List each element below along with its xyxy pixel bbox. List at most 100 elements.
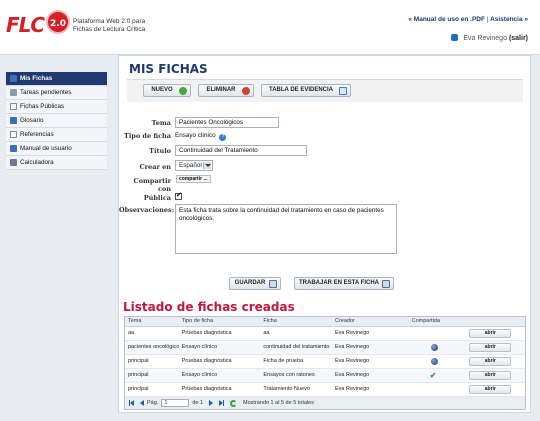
sidebar-item-label: Referencias <box>20 130 54 138</box>
references-icon <box>10 131 17 138</box>
sidebar-item-fichas-publicas[interactable]: Fichas Públicas <box>6 100 107 114</box>
add-icon <box>179 87 187 95</box>
work-on-sheet-button[interactable]: TRABAJAR EN ESTA FICHA <box>294 277 394 290</box>
cell-ficha: aa <box>263 330 270 336</box>
tema-label: Tema <box>151 119 171 127</box>
cell-creador: Eva Revinego <box>334 344 370 350</box>
col-header-compartida[interactable]: Compartida <box>409 317 465 326</box>
sidebar-item-referencias[interactable]: Referencias <box>6 128 107 142</box>
evidence-table-button[interactable]: TABLA DE EVIDENCIA <box>261 84 351 97</box>
titulo-label: Título <box>149 147 171 155</box>
tema-input[interactable]: Pacientes Oncológicos <box>175 117 279 128</box>
pagination-bar: Pág. 1 de 1 Mostrando 1 al 5 de 5 totale… <box>125 397 525 409</box>
header: FLC 2.0 Plataforma Web 2.0 para Fichas d… <box>0 0 540 55</box>
cell-actions: abrir <box>464 383 525 396</box>
refresh-icon[interactable] <box>230 399 238 407</box>
titulo-input[interactable]: Continuidad del Tratamiento <box>175 145 307 156</box>
cell-creador: Eva Revinego <box>334 372 370 378</box>
work-button-label: TRABAJAR EN ESTA FICHA <box>298 280 379 286</box>
tipo-text: Ensayo clínico <box>175 132 216 139</box>
open-button[interactable]: abrir <box>469 371 512 380</box>
folder-icon <box>10 75 17 82</box>
open-button[interactable]: abrir <box>469 329 512 338</box>
table-icon <box>339 87 347 95</box>
cell-ficha: Tratamiento Nuevo <box>263 386 310 392</box>
cell-creador: Eva Revinego <box>334 358 370 364</box>
observaciones-label: Observaciones: <box>119 206 175 214</box>
sidebar-item-tareas-pendientes[interactable]: Tareas pendientes <box>6 86 107 100</box>
next-page-icon[interactable] <box>209 400 214 406</box>
logo-version-badge: 2.0 <box>46 10 70 34</box>
sidebar-item-calculadora[interactable]: Calculadora <box>6 156 107 170</box>
cell-creador: Eva Revinego <box>334 386 370 392</box>
table-row[interactable]: principal Pruebas diagnóstica Tratamient… <box>125 383 525 397</box>
sidebar-item-mis-fichas[interactable]: Mis Fichas <box>6 72 107 86</box>
publica-label: Pública <box>143 194 171 202</box>
cell-actions: abrir <box>464 369 525 382</box>
prev-page-icon[interactable] <box>140 400 144 406</box>
table-row[interactable]: principal Ensayo clínico Ensayos con rat… <box>125 369 525 383</box>
page-of-label: de 1 <box>192 400 204 406</box>
first-page-icon[interactable] <box>130 400 134 406</box>
col-header-tema[interactable]: Tema <box>125 317 179 326</box>
open-button[interactable]: abrir <box>469 343 512 352</box>
cell-creador: Eva Revinego <box>334 330 370 336</box>
cell-ficha: continuidad del tratamiento <box>263 344 330 350</box>
calculator-icon <box>10 159 17 166</box>
cell-compartida <box>409 383 465 396</box>
language-select[interactable]: Español <box>175 160 213 171</box>
list-title: Listado de fichas creadas <box>123 300 295 314</box>
fichas-table: Tema Tipo de ficha Ficha Creador Compart… <box>124 316 526 410</box>
table-header: Tema Tipo de ficha Ficha Creador Compart… <box>125 317 525 327</box>
col-header-tipo[interactable]: Tipo de ficha <box>179 317 256 326</box>
manual-icon <box>10 145 17 152</box>
sidebar-item-label: Manual de usuario <box>20 144 72 152</box>
toolbar: NUEVO ELIMINAR TABLA DE EVIDENCIA <box>127 80 523 102</box>
cell-tipo: Pruebas diagnóstica <box>181 386 232 392</box>
col-header-actions <box>464 317 525 326</box>
user-icon <box>451 34 459 41</box>
save-button-label: GUARDAR <box>234 280 266 286</box>
new-button-label: NUEVO <box>151 87 173 93</box>
col-header-ficha[interactable]: Ficha <box>255 317 332 326</box>
table-row[interactable]: principal Pruebas diagnóstica Ficha de p… <box>125 355 525 369</box>
observaciones-textarea[interactable]: Esta ficha trata sobre la continuidad de… <box>175 204 397 254</box>
top-links: « Manual de uso en .PDF | Asistencia » <box>408 16 528 23</box>
save-button[interactable]: GUARDAR <box>229 277 281 290</box>
share-button[interactable]: compartir ... <box>176 175 211 183</box>
logout-link[interactable]: (salir) <box>509 35 528 42</box>
page-label: Pág. <box>147 400 159 406</box>
tipo-value: Ensayo clínico ? <box>175 132 227 141</box>
cell-compartida <box>409 355 465 368</box>
sidebar-item-label: Calculadora <box>20 158 54 166</box>
col-header-creador[interactable]: Creador <box>332 317 409 326</box>
cell-ficha: Ficha de prueba <box>263 358 304 364</box>
globe-icon <box>430 344 438 351</box>
table-row[interactable]: pacientes oncológicos Ensayo clínico con… <box>125 341 525 355</box>
link-separator: | <box>486 16 489 23</box>
page-input[interactable]: 1 <box>161 399 190 407</box>
support-link[interactable]: Asistencia » <box>490 16 528 23</box>
cell-tipo: Ensayo clínico <box>181 344 218 350</box>
manual-pdf-link[interactable]: « Manual de uso en .PDF <box>408 16 485 23</box>
open-button[interactable]: abrir <box>469 357 512 366</box>
sidebar-item-manual-usuario[interactable]: Manual de usuario <box>6 142 107 156</box>
sidebar: Mis Fichas Tareas pendientes Fichas Públ… <box>6 72 107 170</box>
logo-text: FLC <box>6 13 45 37</box>
delete-button[interactable]: ELIMINAR <box>198 84 254 97</box>
help-icon[interactable]: ? <box>219 134 227 141</box>
cell-tema: principal <box>128 386 149 392</box>
check-icon: ✔ <box>429 371 437 380</box>
save-icon <box>269 280 277 288</box>
delete-icon <box>242 87 250 95</box>
open-button[interactable]: abrir <box>469 385 512 394</box>
public-checkbox[interactable] <box>175 191 182 200</box>
sidebar-item-glosario[interactable]: Glosario <box>6 114 107 128</box>
sidebar-item-label: Tareas pendientes <box>20 88 72 96</box>
flc-logo[interactable]: FLC 2.0 <box>6 10 70 38</box>
last-page-bar <box>223 400 225 406</box>
cell-actions: abrir <box>464 341 525 354</box>
new-button[interactable]: NUEVO <box>143 84 191 97</box>
table-row[interactable]: aa Pruebas diagnóstica aa Eva Revinego a… <box>125 327 525 341</box>
cell-compartida <box>409 327 465 340</box>
